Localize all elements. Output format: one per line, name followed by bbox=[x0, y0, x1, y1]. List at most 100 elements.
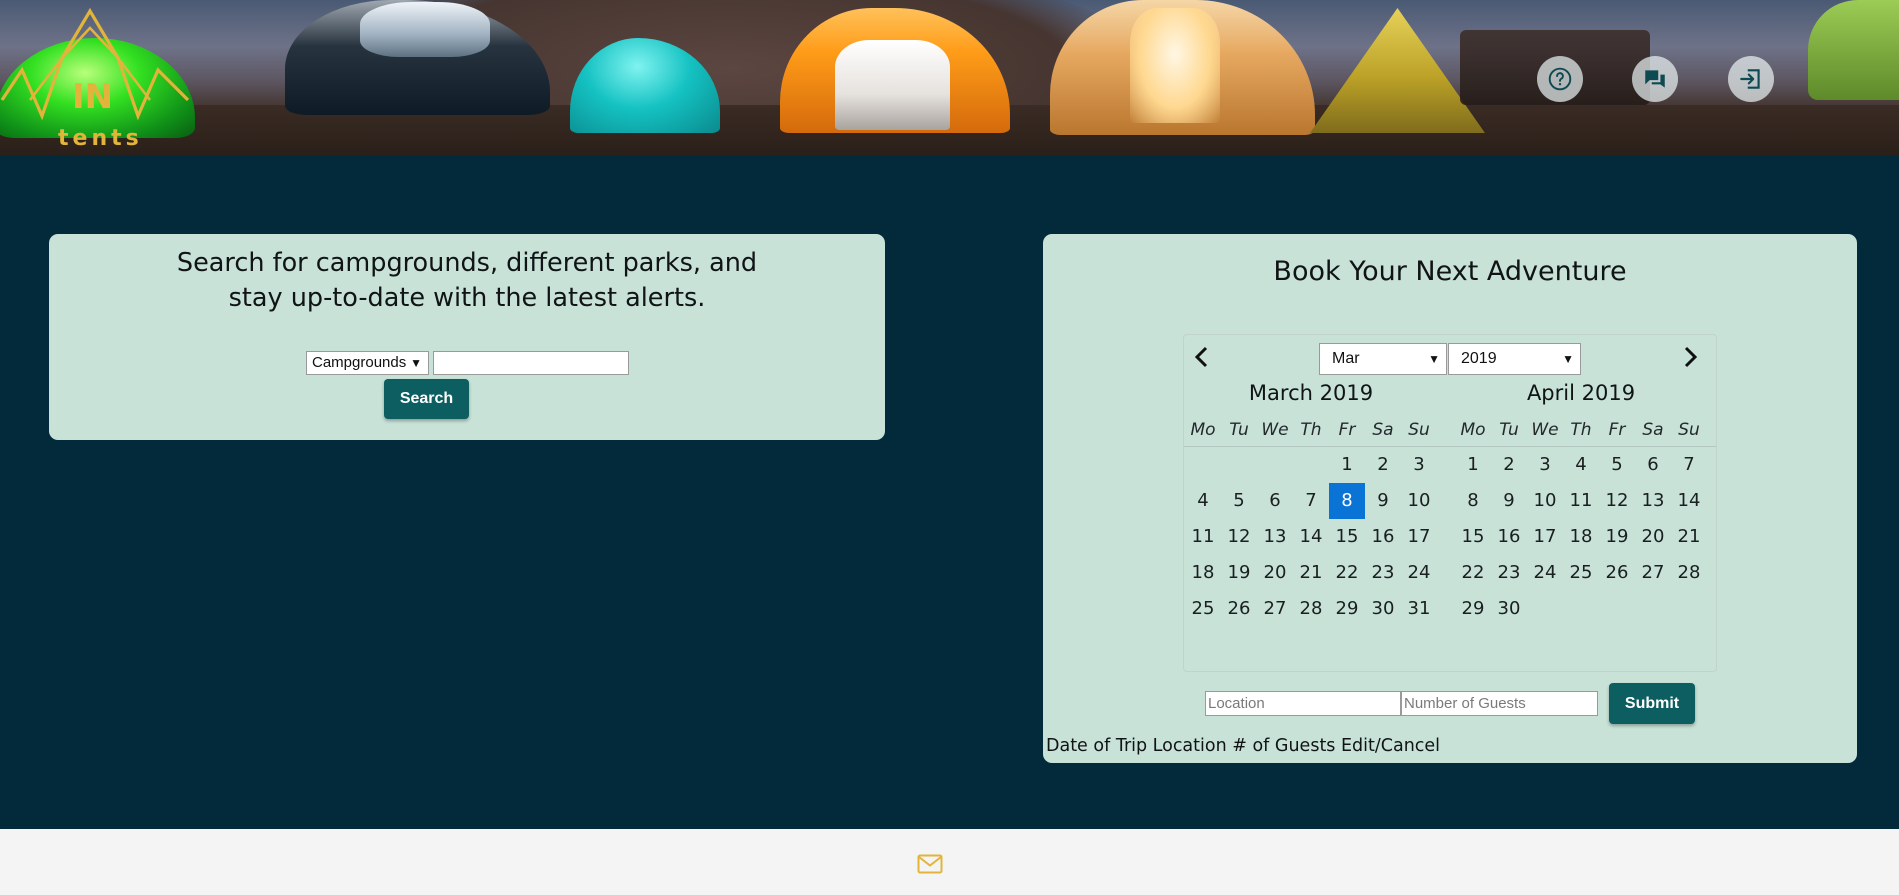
calendar-day[interactable]: 10 bbox=[1401, 483, 1437, 519]
month-title: March 2019 bbox=[1248, 381, 1374, 405]
weekday-label: Th bbox=[1570, 420, 1592, 440]
year-select[interactable]: 2019 ▼ bbox=[1448, 343, 1581, 375]
calendar-day[interactable]: 16 bbox=[1365, 519, 1401, 555]
calendar-day[interactable]: 29 bbox=[1455, 591, 1491, 627]
date-range-calendar: Mar ▼ 2019 ▼ March 2019 April 2019 Mo Tu W… bbox=[1183, 334, 1717, 672]
logo[interactable]: IN tents bbox=[0, 7, 195, 151]
month-select[interactable]: Mar ▼ bbox=[1319, 343, 1447, 375]
month-grid: Mo Tu We Th Fr Sa Su 1 2 3 4 5 6 7 8 9 10 11 12 13 14 15 16 17 1… bbox=[1455, 415, 1707, 627]
calendar-day[interactable]: 21 bbox=[1671, 519, 1707, 555]
calendar-day-selected[interactable]: 8 bbox=[1329, 483, 1365, 519]
calendar-day[interactable]: 8 bbox=[1455, 483, 1491, 519]
logo-tagline: tents bbox=[58, 126, 143, 151]
calendar-day[interactable]: 24 bbox=[1401, 555, 1437, 591]
calendar-day[interactable]: 25 bbox=[1563, 555, 1599, 591]
calendar-day[interactable]: 1 bbox=[1455, 447, 1491, 483]
calendar-day[interactable]: 18 bbox=[1185, 555, 1221, 591]
calendar-day[interactable]: 19 bbox=[1599, 519, 1635, 555]
calendar-day-empty bbox=[1563, 591, 1599, 627]
weekday-label: We bbox=[1531, 420, 1559, 440]
calendar-day[interactable]: 20 bbox=[1635, 519, 1671, 555]
calendar-day[interactable]: 27 bbox=[1257, 591, 1293, 627]
calendar-day[interactable]: 28 bbox=[1671, 555, 1707, 591]
calendar-day[interactable]: 31 bbox=[1401, 591, 1437, 627]
calendar-day[interactable]: 23 bbox=[1491, 555, 1527, 591]
calendar-day[interactable]: 1 bbox=[1329, 447, 1365, 483]
calendar-day[interactable]: 27 bbox=[1635, 555, 1671, 591]
logo-mark-text: IN bbox=[72, 77, 113, 117]
calendar-day[interactable]: 17 bbox=[1401, 519, 1437, 555]
location-input[interactable]: Location bbox=[1205, 691, 1401, 716]
header-banner: IN tents bbox=[0, 0, 1899, 156]
calendar-day[interactable]: 11 bbox=[1563, 483, 1599, 519]
calendar-day[interactable]: 14 bbox=[1671, 483, 1707, 519]
calendar-day[interactable]: 4 bbox=[1563, 447, 1599, 483]
calendar-day[interactable]: 22 bbox=[1329, 555, 1365, 591]
calendar-day[interactable]: 4 bbox=[1185, 483, 1221, 519]
week-row: 25 26 27 28 29 30 31 bbox=[1185, 591, 1437, 627]
calendar-day[interactable]: 26 bbox=[1221, 591, 1257, 627]
calendar-day[interactable]: 6 bbox=[1257, 483, 1293, 519]
calendar-day[interactable]: 28 bbox=[1293, 591, 1329, 627]
tent-glow-image bbox=[1130, 8, 1220, 123]
calendar-day[interactable]: 12 bbox=[1221, 519, 1257, 555]
weekday-header-row: Mo Tu We Th Fr Sa Su bbox=[1185, 415, 1437, 445]
calendar-day[interactable]: 22 bbox=[1455, 555, 1491, 591]
mail-icon[interactable] bbox=[917, 854, 943, 874]
week-row: 8 9 10 11 12 13 14 bbox=[1455, 483, 1707, 519]
weekday-label: Mo bbox=[1460, 420, 1486, 440]
tent-right-image bbox=[1808, 0, 1899, 100]
calendar-day[interactable]: 25 bbox=[1185, 591, 1221, 627]
calendar-day[interactable]: 15 bbox=[1455, 519, 1491, 555]
calendar-day[interactable]: 2 bbox=[1491, 447, 1527, 483]
weekday-label: Su bbox=[1408, 420, 1430, 440]
week-row: 4 5 6 7 8 9 10 bbox=[1185, 483, 1437, 519]
calendar-day[interactable]: 3 bbox=[1401, 447, 1437, 483]
calendar-day[interactable]: 7 bbox=[1671, 447, 1707, 483]
chat-button[interactable] bbox=[1632, 56, 1678, 102]
calendar-day[interactable]: 5 bbox=[1599, 447, 1635, 483]
calendar-day[interactable]: 30 bbox=[1365, 591, 1401, 627]
calendar-day[interactable]: 9 bbox=[1365, 483, 1401, 519]
week-row: 1234567 bbox=[1455, 447, 1707, 483]
calendar-day[interactable]: 24 bbox=[1527, 555, 1563, 591]
calendar-day[interactable]: 10 bbox=[1527, 483, 1563, 519]
calendar-day[interactable]: 11 bbox=[1185, 519, 1221, 555]
calendar-day[interactable]: 29 bbox=[1329, 591, 1365, 627]
calendar-day[interactable]: 2 bbox=[1365, 447, 1401, 483]
search-button[interactable]: Search bbox=[384, 379, 469, 419]
calendar-day[interactable]: 26 bbox=[1599, 555, 1635, 591]
calendar-day[interactable]: 13 bbox=[1257, 519, 1293, 555]
booking-panel: Book Your Next Adventure Mar ▼ 2019 ▼ Ma… bbox=[1043, 234, 1857, 763]
calendar-day[interactable]: 13 bbox=[1635, 483, 1671, 519]
category-select[interactable]: Campgrounds ▼ bbox=[306, 351, 429, 375]
calendar-day[interactable]: 14 bbox=[1293, 519, 1329, 555]
next-month-button[interactable] bbox=[1675, 342, 1705, 372]
calendar-day[interactable]: 15 bbox=[1329, 519, 1365, 555]
calendar-day[interactable]: 23 bbox=[1365, 555, 1401, 591]
calendar-day[interactable]: 5 bbox=[1221, 483, 1257, 519]
calendar-day[interactable]: 9 bbox=[1491, 483, 1527, 519]
submit-button[interactable]: Submit bbox=[1609, 683, 1695, 724]
guests-input[interactable]: Number of Guests bbox=[1401, 691, 1598, 716]
help-button[interactable] bbox=[1537, 56, 1583, 102]
calendar-day[interactable]: 12 bbox=[1599, 483, 1635, 519]
weekday-label: Sa bbox=[1642, 420, 1664, 440]
calendar-day[interactable]: 21 bbox=[1293, 555, 1329, 591]
calendar-day[interactable]: 16 bbox=[1491, 519, 1527, 555]
calendar-day[interactable]: 20 bbox=[1257, 555, 1293, 591]
weekday-label: Th bbox=[1300, 420, 1322, 440]
calendar-day[interactable]: 19 bbox=[1221, 555, 1257, 591]
logout-button[interactable] bbox=[1728, 56, 1774, 102]
calendar-day[interactable]: 6 bbox=[1635, 447, 1671, 483]
calendar-day[interactable]: 17 bbox=[1527, 519, 1563, 555]
footer bbox=[0, 829, 1899, 895]
month-select-value: Mar bbox=[1332, 350, 1360, 367]
calendar-day[interactable]: 3 bbox=[1527, 447, 1563, 483]
prev-month-button[interactable] bbox=[1187, 342, 1217, 372]
calendar-day[interactable]: 30 bbox=[1491, 591, 1527, 627]
search-input[interactable] bbox=[433, 351, 629, 375]
calendar-day[interactable]: 7 bbox=[1293, 483, 1329, 519]
calendar-day-empty bbox=[1527, 591, 1563, 627]
calendar-day[interactable]: 18 bbox=[1563, 519, 1599, 555]
